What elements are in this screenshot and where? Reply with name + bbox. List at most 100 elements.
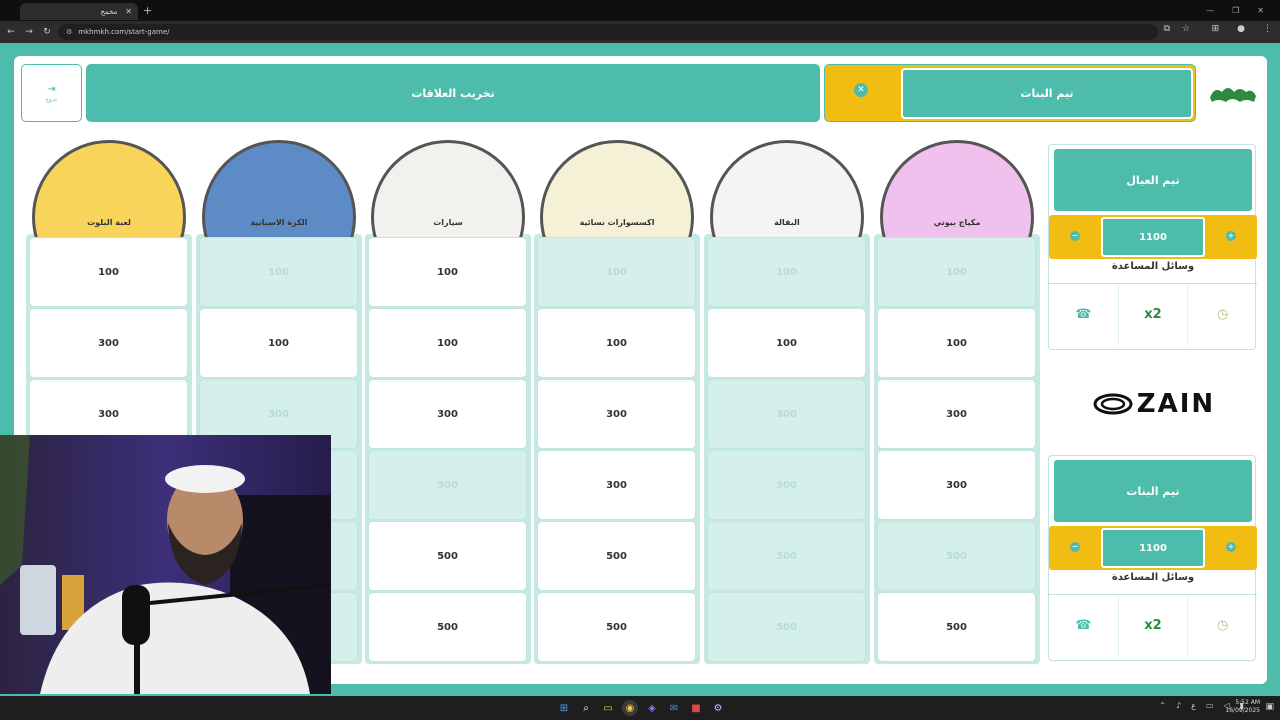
steal-relations-button[interactable]: تخريب العلاقات	[86, 64, 820, 122]
site-info-icon[interactable]: ⚙	[66, 28, 72, 36]
webcam-overlay	[0, 435, 331, 694]
team-name: تيم البنات	[1054, 460, 1252, 522]
question-cell[interactable]: 300	[878, 380, 1035, 448]
question-cell[interactable]: 100	[30, 238, 187, 306]
question-cell[interactable]: 300	[538, 451, 695, 519]
plus-score-icon[interactable]: +	[1226, 542, 1236, 552]
minus-score-icon[interactable]: −	[1070, 542, 1080, 552]
question-cell[interactable]: 100	[708, 309, 865, 377]
question-cell: 300	[708, 380, 865, 448]
aid-call-friend[interactable]: ☎	[1049, 284, 1119, 345]
question-cell[interactable]: 300	[30, 309, 187, 377]
question-cell[interactable]: 100	[369, 309, 526, 377]
question-cell[interactable]: 500	[369, 593, 526, 661]
aid-timer[interactable]: ◷	[1188, 284, 1257, 345]
back-icon[interactable]: ←	[2, 27, 20, 37]
windows-taskbar: ⊞ ⌕ ▭ ◉ ◈ ✉ ■ ⚙ ⌃ ♪ ع ▭ ◁ ▮ 5:52 AM 16/0…	[0, 696, 1280, 720]
sponsor-logo: ZAIN	[1074, 389, 1234, 419]
steam-icon[interactable]: ⚙	[710, 700, 726, 716]
tab-title: مخمخ	[100, 7, 118, 16]
input-language[interactable]: ع	[1191, 701, 1196, 710]
question-cell[interactable]: 500	[369, 522, 526, 590]
notifications-icon[interactable]: ▣	[1265, 702, 1274, 712]
sponsor-text: ZAIN	[1136, 389, 1216, 419]
plus-score-icon[interactable]: +	[1226, 231, 1236, 241]
question-cell: 500	[708, 593, 865, 661]
browser-tab[interactable]: مخمخ ✕	[20, 3, 138, 20]
chevron-up-icon[interactable]: ⌃	[1159, 701, 1166, 710]
windows-start-icon[interactable]: ⊞	[556, 700, 572, 716]
forward-icon[interactable]: →	[20, 27, 38, 37]
outlook-icon[interactable]: ✉	[666, 700, 682, 716]
new-tab-icon[interactable]: +	[143, 4, 152, 17]
question-cell[interactable]: 300	[369, 380, 526, 448]
window-controls: — ❐ ✕	[1206, 0, 1280, 21]
address-bar[interactable]: ⚙ mkhmkh.com/start-game/	[58, 24, 1158, 40]
aid-call-friend[interactable]: ☎	[1049, 595, 1119, 656]
app-red-icon[interactable]: ■	[688, 700, 704, 716]
window-close-icon[interactable]: ✕	[1257, 6, 1264, 15]
category-name: مكياج بيوتي	[933, 218, 981, 227]
mkhmkh-logo	[1204, 78, 1260, 108]
question-cell: 500	[878, 522, 1035, 590]
question-cell[interactable]: 300	[878, 451, 1035, 519]
clock[interactable]: 5:52 AM 16/09/2025	[1225, 699, 1260, 715]
category-name: سيارات	[433, 218, 463, 227]
search-icon[interactable]: ⌕	[578, 700, 594, 716]
question-cell[interactable]: 500	[878, 593, 1035, 661]
bookmark-star-icon[interactable]: ☆	[1182, 24, 1190, 34]
current-turn-box: ✕ تيم البنات	[824, 64, 1196, 122]
category-name: الكرة الاسبانية	[250, 218, 308, 227]
call-friend-icon: ☎	[1075, 307, 1092, 322]
category-name: اكسسوارات نسائية	[579, 218, 655, 227]
question-cell[interactable]: 100	[538, 309, 695, 377]
double-points-icon: x2	[1144, 307, 1162, 322]
question-cell[interactable]: 300	[538, 380, 695, 448]
minus-score-icon[interactable]: −	[1070, 231, 1080, 241]
zain-swirl-icon	[1093, 393, 1133, 415]
question-cell[interactable]: 500	[538, 522, 695, 590]
aid-double-points[interactable]: x2	[1119, 284, 1189, 345]
aid-double-points[interactable]: x2	[1119, 595, 1189, 656]
team-score: 1100	[1101, 217, 1205, 257]
network-icon[interactable]: ▭	[1206, 701, 1214, 710]
timer-icon: ◷	[1217, 618, 1229, 633]
menu-icon[interactable]: ⋮	[1263, 24, 1272, 34]
exit-button[interactable]: ⇥ خروج	[21, 64, 82, 122]
file-explorer-icon[interactable]: ▭	[600, 700, 616, 716]
maximize-icon[interactable]: ❐	[1232, 6, 1239, 15]
omnibox-actions: ⧉ ☆	[1163, 24, 1190, 34]
question-cell: 100	[200, 238, 357, 306]
call-friend-icon: ☎	[1075, 618, 1092, 633]
reload-icon[interactable]: ↻	[38, 27, 56, 37]
aids-row: ☎ x2 ◷	[1049, 594, 1257, 656]
close-icon[interactable]: ✕	[125, 7, 132, 16]
switch-turn-icon[interactable]: ✕	[854, 83, 868, 97]
timer-icon: ◷	[1217, 307, 1229, 322]
clock-time: 5:52 AM	[1235, 699, 1260, 706]
discord-icon[interactable]: ◈	[644, 700, 660, 716]
category-card: الكرة الاسبانية	[200, 138, 358, 238]
question-cell[interactable]: 100	[369, 238, 526, 306]
profile-icon[interactable]: ●	[1237, 24, 1245, 34]
url-text: mkhmkh.com/start-game/	[78, 28, 170, 36]
chrome-icon[interactable]: ◉	[622, 700, 638, 716]
install-icon[interactable]: ⧉	[1163, 24, 1169, 34]
minimize-icon[interactable]: —	[1206, 6, 1214, 15]
exit-icon: ⇥	[47, 83, 56, 95]
browser-tab-bar: مخمخ ✕ + — ❐ ✕	[0, 0, 1280, 21]
question-cell: 500	[708, 522, 865, 590]
extensions-icon[interactable]: ⊞	[1212, 24, 1220, 34]
microphone-icon[interactable]: ♪	[1176, 701, 1181, 710]
question-cell[interactable]: 100	[200, 309, 357, 377]
question-cell: 100	[708, 238, 865, 306]
question-cell[interactable]: 100	[878, 309, 1035, 377]
aids-title: وسائل المساعدة	[1111, 572, 1195, 583]
question-cell[interactable]: 500	[538, 593, 695, 661]
question-cell: 300	[708, 451, 865, 519]
aids-title: وسائل المساعدة	[1111, 261, 1195, 272]
streamer-video-image	[0, 435, 331, 694]
aid-timer[interactable]: ◷	[1188, 595, 1257, 656]
question-cell: 300	[369, 451, 526, 519]
category-name: البقالة	[774, 218, 800, 227]
